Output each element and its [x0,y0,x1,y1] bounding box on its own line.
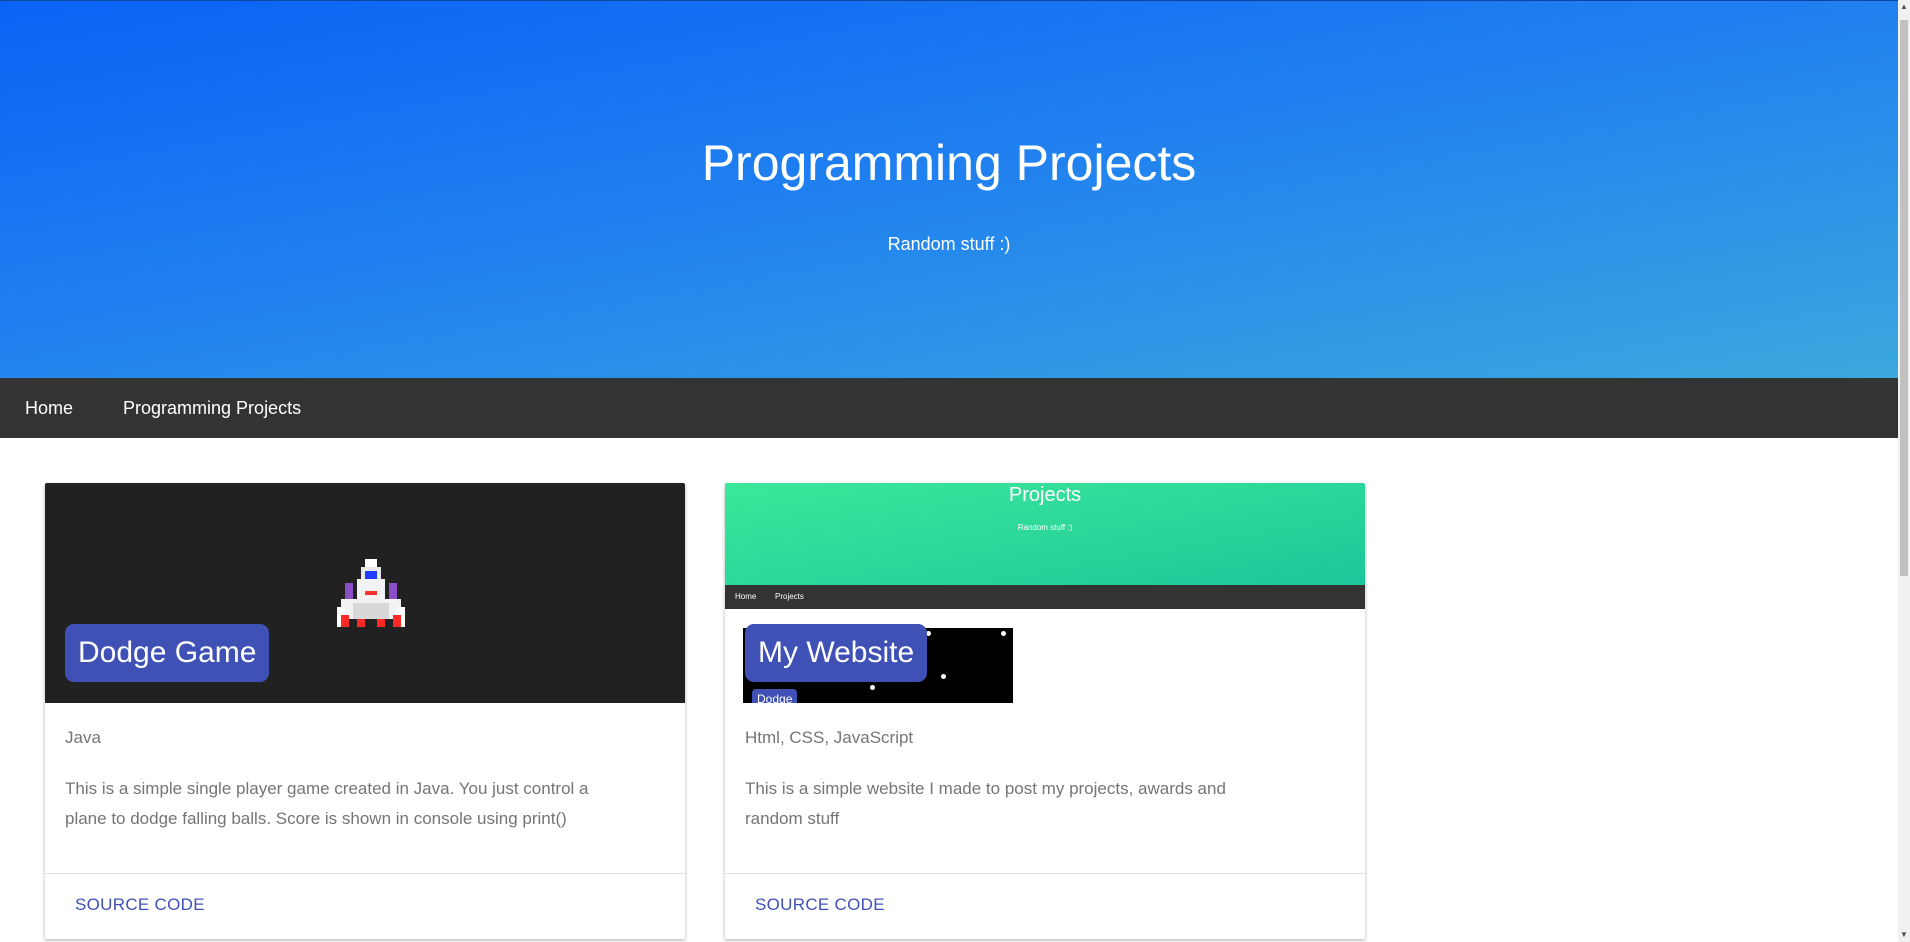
project-title: My Website [745,624,928,682]
project-image: Projects Random stuff :) Home Projects D… [725,483,1365,703]
preview-ball [870,685,875,690]
preview-nav-home: Home [735,592,757,601]
vertical-scrollbar[interactable]: ▲ ▼ [1898,0,1910,942]
hero-banner: Programming Projects Random stuff :) [0,0,1898,378]
project-card-dodge-game: Dodge Game Java This is a simple single … [45,483,685,939]
page-subtitle: Random stuff :) [887,234,1011,254]
source-code-link[interactable]: Source Code [75,895,205,915]
nav-item-home[interactable]: Home [0,378,98,438]
preview-ball [941,674,946,679]
pixel-spaceship-icon [337,559,405,627]
card-divider [45,873,685,874]
project-languages: Java [65,728,101,747]
scroll-down-arrow-icon[interactable]: ▼ [1898,928,1910,942]
page: Programming Projects Random stuff :) Hom… [0,0,1898,942]
preview-nav-projects: Projects [775,592,804,601]
preview-nav: Home Projects [725,585,1365,609]
source-code-link[interactable]: Source Code [755,895,885,915]
project-description: This is a simple single player game crea… [65,779,589,828]
project-image: Dodge Game [45,483,685,703]
project-description: This is a simple website I made to post … [745,779,1226,828]
scrollbar-thumb[interactable] [1900,20,1908,576]
project-title: Dodge Game [65,624,270,682]
nav-item-programming-projects[interactable]: Programming Projects [98,378,326,438]
page-title: Programming Projects [701,135,1197,191]
preview-title: Projects [1008,484,1082,506]
preview-badge: Dodge [752,689,798,703]
scroll-up-arrow-icon[interactable]: ▲ [1898,0,1910,14]
card-divider [725,873,1365,874]
preview-ball [1001,631,1006,636]
top-nav: Home Programming Projects [0,378,1898,438]
preview-hero: Projects Random stuff :) [725,483,1365,585]
preview-subtitle: Random stuff :) [1017,523,1073,532]
project-card-my-website: Projects Random stuff :) Home Projects D… [725,483,1365,939]
project-languages: Html, CSS, JavaScript [745,728,914,747]
